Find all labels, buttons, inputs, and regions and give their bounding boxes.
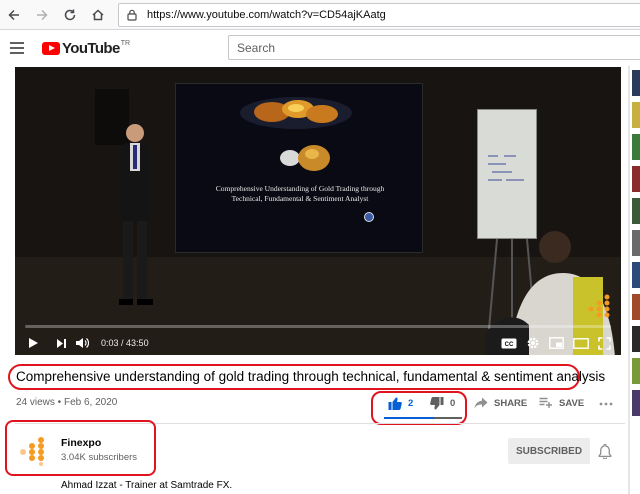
time-separator: /: [118, 338, 127, 348]
flipchart-writing: [488, 155, 524, 181]
page: https://www.youtube.com/watch?v=CD54ajKA…: [0, 0, 640, 494]
recommendation-thumbnail[interactable]: [632, 326, 640, 352]
gold-nuggets-image: [240, 97, 352, 129]
youtube-play-logo-icon: [42, 42, 60, 55]
svg-text:CC: CC: [505, 342, 514, 348]
video-meta: 24 views • Feb 6, 2020: [16, 397, 117, 408]
time-current: 0:03: [101, 338, 119, 348]
skip-next-icon: [56, 338, 66, 348]
search-input[interactable]: Search: [228, 35, 640, 60]
address-bar[interactable]: https://www.youtube.com/watch?v=CD54ajKA…: [118, 3, 640, 27]
player-controls: 0:03 / 43:50 CC: [15, 331, 621, 355]
video-title: Comprehensive understanding of gold trad…: [16, 369, 606, 384]
logo-text: YouTube: [62, 40, 120, 57]
upload-date: Feb 6, 2020: [63, 397, 118, 408]
presenter-figure: [119, 124, 153, 305]
slide-text-line-1: Comprehensive Understanding of Gold Trad…: [215, 184, 385, 193]
thumbs-down-icon: [430, 397, 444, 410]
youtube-logo[interactable]: YouTube TR: [42, 40, 130, 57]
reload-icon: [64, 9, 76, 20]
video-player[interactable]: Comprehensive Understanding of Gold Trad…: [15, 67, 621, 355]
video-progress-bar[interactable]: [25, 325, 611, 328]
time-display: 0:03 / 43:50: [101, 338, 149, 348]
share-icon: [474, 397, 488, 409]
subscribed-button[interactable]: SUBSCRIBED: [508, 438, 590, 464]
fullscreen-icon[interactable]: [598, 336, 611, 350]
recommendation-thumbnail[interactable]: [632, 166, 640, 192]
play-button[interactable]: [15, 331, 51, 355]
finexpo-avatar-icon[interactable]: [16, 436, 48, 466]
home-icon: [92, 8, 104, 20]
more-actions-button[interactable]: [599, 395, 613, 409]
emblem-icon: [364, 212, 374, 222]
home-button[interactable]: [84, 1, 112, 29]
finexpo-watermark-icon: [588, 294, 610, 318]
recommendation-thumbnail[interactable]: [632, 358, 640, 384]
progress-fill: [25, 325, 27, 328]
dislike-count: 0: [450, 398, 456, 409]
recommendation-thumbnail[interactable]: [632, 294, 640, 320]
slide-text: Comprehensive Understanding of Gold Trad…: [184, 184, 416, 204]
gold-rock-image: [280, 145, 330, 171]
reload-button[interactable]: [56, 1, 84, 29]
recommendation-thumbnail[interactable]: [632, 262, 640, 288]
cc-icon[interactable]: CC: [501, 338, 517, 349]
playlist-add-icon: [539, 397, 552, 408]
recommendation-thumbnail[interactable]: [632, 134, 640, 160]
forward-button[interactable]: [28, 1, 56, 29]
thumbs-up-icon: [388, 397, 402, 410]
arrow-right-icon: [37, 9, 48, 20]
like-ratio-bar: [384, 417, 462, 419]
like-ratio-fill: [384, 417, 434, 419]
back-button[interactable]: [0, 1, 28, 29]
recommendation-thumbnail[interactable]: [632, 390, 640, 416]
channel-name[interactable]: Finexpo: [61, 437, 101, 449]
like-count: 2: [408, 398, 414, 409]
subscriber-count: 3.04K subscribers: [61, 452, 138, 463]
theater-icon[interactable]: [573, 337, 589, 349]
gear-icon[interactable]: [526, 336, 540, 350]
next-button[interactable]: [51, 331, 71, 355]
slide-text-line-2: Technical, Fundamental & Sentiment Analy…: [231, 194, 369, 203]
like-button[interactable]: 2: [388, 397, 413, 410]
browser-toolbar: https://www.youtube.com/watch?v=CD54ajKA…: [0, 0, 640, 30]
url-text: https://www.youtube.com/watch?v=CD54ajKA…: [147, 9, 386, 21]
share-label: SHARE: [494, 397, 528, 409]
save-label: SAVE: [559, 397, 585, 409]
video-description: Ahmad Izzat - Trainer at Samtrade FX.: [61, 480, 233, 491]
lock-icon: [127, 9, 137, 21]
recommendations-strip: [630, 66, 640, 494]
miniplayer-icon[interactable]: [549, 337, 564, 349]
youtube-header: YouTube TR Search: [0, 30, 640, 66]
meta-bullet: •: [54, 397, 64, 408]
time-total: 43:50: [126, 338, 149, 348]
search-placeholder: Search: [237, 40, 276, 55]
arrow-left-icon: [8, 9, 19, 20]
more-icon: [599, 402, 613, 406]
share-button[interactable]: SHARE: [474, 397, 527, 409]
bell-icon[interactable]: [598, 443, 612, 459]
play-icon: [29, 338, 38, 348]
save-button[interactable]: SAVE: [539, 397, 584, 409]
player-controls-right: CC: [501, 331, 611, 355]
recommendation-thumbnail[interactable]: [632, 198, 640, 224]
dislike-button[interactable]: 0: [430, 397, 455, 410]
logo-region: TR: [120, 40, 131, 47]
recommendation-thumbnail[interactable]: [632, 230, 640, 256]
hamburger-icon[interactable]: [10, 42, 24, 54]
volume-icon: [76, 338, 89, 348]
recommendation-thumbnail[interactable]: [632, 70, 640, 96]
volume-button[interactable]: [71, 331, 93, 355]
view-count: 24 views: [16, 397, 55, 408]
recommendation-thumbnail[interactable]: [632, 102, 640, 128]
projection-screen: Comprehensive Understanding of Gold Trad…: [175, 83, 423, 253]
